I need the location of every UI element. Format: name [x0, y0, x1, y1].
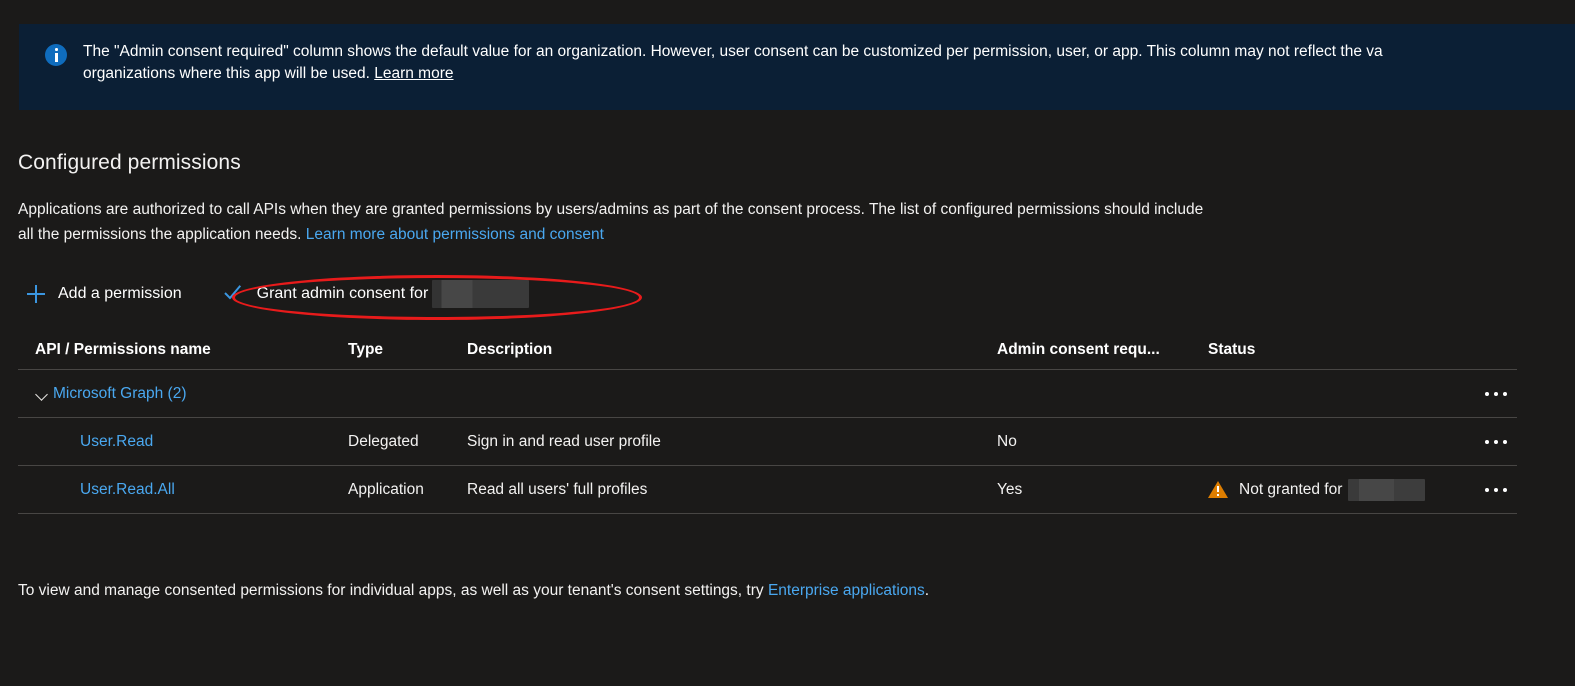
plus-icon	[27, 285, 45, 303]
table-header-row: API / Permissions name Type Description …	[18, 330, 1517, 370]
column-header-type: Type	[348, 340, 384, 358]
configured-permissions-table: API / Permissions name Type Description …	[18, 330, 1517, 514]
permission-description: Read all users' full profiles	[467, 480, 648, 498]
add-permission-button[interactable]: Add a permission	[27, 276, 182, 312]
section-description-line1: Applications are authorized to call APIs…	[18, 201, 1204, 218]
ellipsis-icon[interactable]	[1485, 439, 1517, 444]
section-description-line2: all the permissions the application need…	[18, 226, 302, 243]
section-description: Applications are authorized to call APIs…	[18, 197, 1508, 247]
permission-type: Delegated	[348, 432, 419, 450]
info-banner-text: The "Admin consent required" column show…	[83, 41, 1575, 85]
table-row: User.Read Delegated Sign in and read use…	[18, 418, 1517, 466]
column-header-admin-consent: Admin consent requ...	[997, 340, 1160, 358]
table-group-row-microsoft-graph: Microsoft Graph (2)	[18, 370, 1517, 418]
grant-admin-consent-button[interactable]: Grant admin consent for	[224, 276, 530, 312]
info-circle-icon	[45, 44, 67, 66]
column-header-description: Description	[467, 340, 553, 358]
column-header-status: Status	[1208, 340, 1256, 358]
permission-type: Application	[348, 480, 424, 498]
group-name-microsoft-graph[interactable]: Microsoft Graph (2)	[53, 385, 187, 403]
grant-admin-consent-label: Grant admin consent for	[256, 285, 429, 302]
redacted-tenant-name	[432, 280, 530, 308]
warning-triangle-icon	[1208, 481, 1228, 498]
chevron-down-icon[interactable]	[35, 387, 49, 401]
page-title: Configured permissions	[18, 151, 241, 174]
permission-status: Not granted for	[1208, 478, 1483, 501]
permission-name-link[interactable]: User.Read.All	[80, 481, 175, 498]
command-bar: Add a permission Grant admin consent for	[18, 276, 530, 312]
add-permission-label: Add a permission	[58, 285, 182, 302]
enterprise-applications-link[interactable]: Enterprise applications	[768, 582, 925, 599]
redacted-tenant-name	[1348, 478, 1426, 501]
permission-admin-consent-required: No	[997, 432, 1017, 450]
info-banner-line1: The "Admin consent required" column show…	[83, 43, 1383, 60]
info-banner-line2: organizations where this app will be use…	[83, 65, 370, 82]
permission-name-link[interactable]: User.Read	[80, 433, 153, 450]
footer-text-before: To view and manage consented permissions…	[18, 582, 764, 599]
api-permissions-page: The "Admin consent required" column show…	[0, 0, 1575, 686]
footer-text: To view and manage consented permissions…	[18, 582, 929, 600]
info-banner: The "Admin consent required" column show…	[19, 24, 1575, 110]
checkmark-icon	[224, 285, 244, 303]
banner-learn-more-link[interactable]: Learn more	[374, 65, 453, 82]
ellipsis-icon[interactable]	[1485, 391, 1517, 396]
ellipsis-icon[interactable]	[1485, 487, 1517, 492]
column-header-name: API / Permissions name	[35, 340, 211, 358]
table-row: User.Read.All Application Read all users…	[18, 466, 1517, 514]
permission-status-label: Not granted for	[1239, 480, 1343, 498]
permission-description: Sign in and read user profile	[467, 432, 661, 450]
footer-text-after: .	[924, 582, 930, 599]
permissions-consent-learn-more-link[interactable]: Learn more about permissions and consent	[306, 226, 604, 243]
permission-admin-consent-required: Yes	[997, 480, 1023, 498]
